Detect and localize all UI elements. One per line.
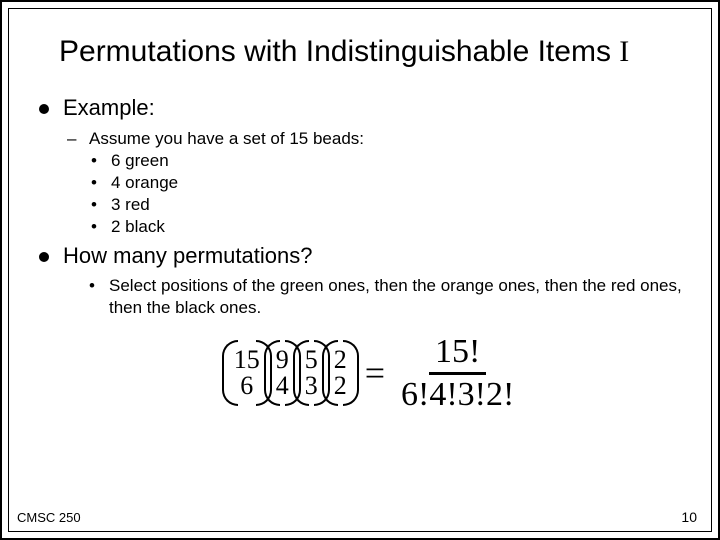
assume-line: Assume you have a set of 15 beads: 6 gre…	[63, 129, 683, 237]
beads-list: 6 green 4 orange 3 red 2 black	[89, 151, 683, 237]
slide-frame: Permutations with Indistinguishable Item…	[0, 0, 720, 540]
question-text: How many permutations?	[63, 243, 312, 268]
binom-3-top: 5	[305, 347, 318, 373]
example-bullet: Example: Assume you have a set of 15 bea…	[37, 95, 683, 237]
binom-3-bot: 3	[305, 373, 318, 399]
formula: 15 6 9 4 5 3 2 2 =	[63, 333, 683, 413]
slide-title: Permutations with Indistinguishable Item…	[59, 35, 683, 69]
equals-sign: =	[365, 352, 385, 394]
content-list: Example: Assume you have a set of 15 bea…	[37, 95, 683, 413]
footer-page-number: 10	[681, 509, 697, 525]
binom-1-top: 15	[234, 347, 260, 373]
fraction-top: 15!	[429, 333, 486, 374]
binom-4-bot: 2	[334, 373, 347, 399]
fraction: 15! 6!4!3!2!	[395, 333, 520, 413]
binom-1-bot: 6	[240, 373, 253, 399]
assume-text: Assume you have a set of 15 beads:	[89, 129, 364, 148]
example-sublist: Assume you have a set of 15 beads: 6 gre…	[63, 129, 683, 237]
bead-green: 6 green	[89, 151, 683, 171]
title-text: Permutations with Indistinguishable Item…	[59, 35, 619, 68]
binom-4-top: 2	[334, 347, 347, 373]
binom-2-bot: 4	[276, 373, 289, 399]
slide-inner: Permutations with Indistinguishable Item…	[8, 8, 712, 532]
binom-2-top: 9	[276, 347, 289, 373]
bead-black: 2 black	[89, 217, 683, 237]
step-text: Select positions of the green ones, then…	[87, 275, 683, 319]
question-bullet: How many permutations? Select positions …	[37, 243, 683, 413]
binom-4: 2 2	[322, 340, 359, 406]
fraction-bot: 6!4!3!2!	[395, 375, 520, 413]
footer-course: CMSC 250	[17, 510, 81, 525]
bead-red: 3 red	[89, 195, 683, 215]
steps-list: Select positions of the green ones, then…	[87, 275, 683, 319]
bead-orange: 4 orange	[89, 173, 683, 193]
example-label: Example:	[63, 95, 155, 120]
title-roman: I	[619, 35, 629, 68]
